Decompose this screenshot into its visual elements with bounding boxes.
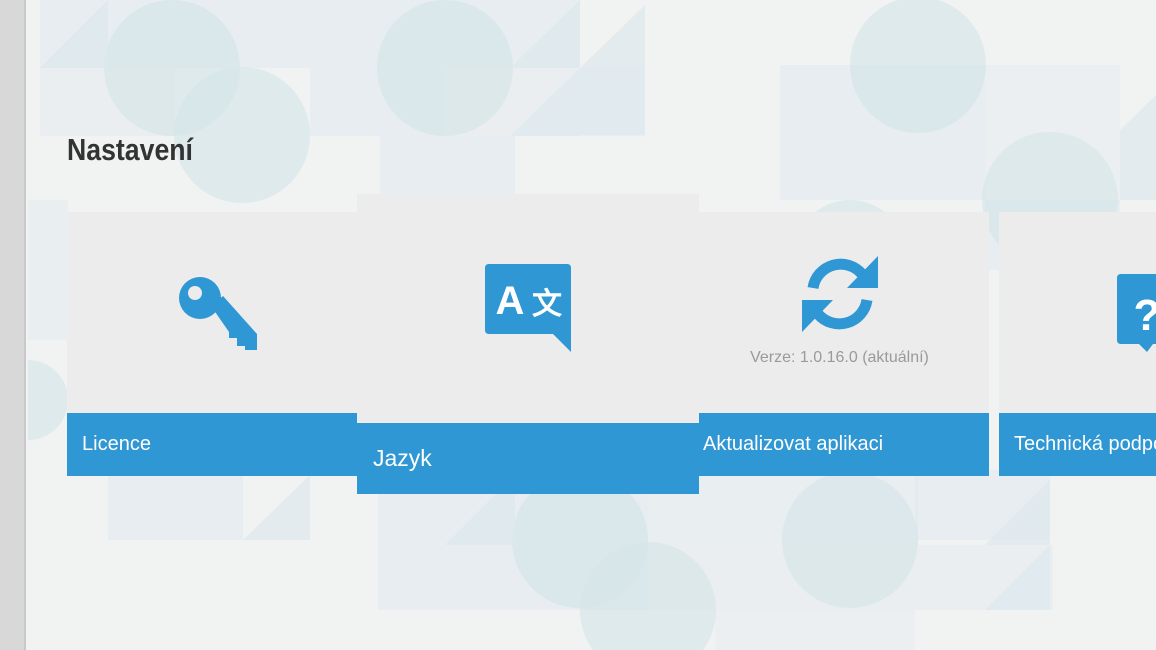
tile-label: Licence (82, 433, 151, 455)
tile-label: Jazyk (373, 445, 432, 471)
tile-label: Technická podpora (1014, 433, 1156, 455)
side-panel-edge (0, 0, 26, 650)
page-title: Nastavení (67, 132, 193, 167)
tile-licence[interactable]: Licence (67, 212, 357, 476)
tile-update-app[interactable]: Verze: 1.0.16.0 (aktuální) Aktualizovat … (690, 212, 989, 476)
tile-label-bar: Technická podpora (999, 413, 1156, 476)
tile-label-bar: Aktualizovat aplikaci (690, 413, 989, 476)
refresh-icon (802, 256, 878, 332)
svg-text:?: ? (1134, 291, 1156, 340)
tile-technical-support[interactable]: ? Technická podpora (999, 212, 1156, 476)
svg-text:文: 文 (532, 287, 562, 322)
translate-icon: A 文 (485, 264, 571, 352)
tile-label-bar: Jazyk (357, 423, 699, 494)
tile-label-bar: Licence (67, 413, 357, 476)
tile-language[interactable]: A 文 Jazyk (357, 194, 699, 494)
help-chat-icon: ? (1117, 274, 1156, 352)
tile-label: Aktualizovat aplikaci (703, 433, 884, 455)
key-icon (179, 277, 257, 350)
svg-text:A: A (496, 279, 525, 323)
version-note: Verze: 1.0.16.0 (aktuální) (750, 349, 929, 366)
settings-screen: Nastavení Licence Verze: 1.0.16.0 (aktuá… (0, 0, 1156, 650)
